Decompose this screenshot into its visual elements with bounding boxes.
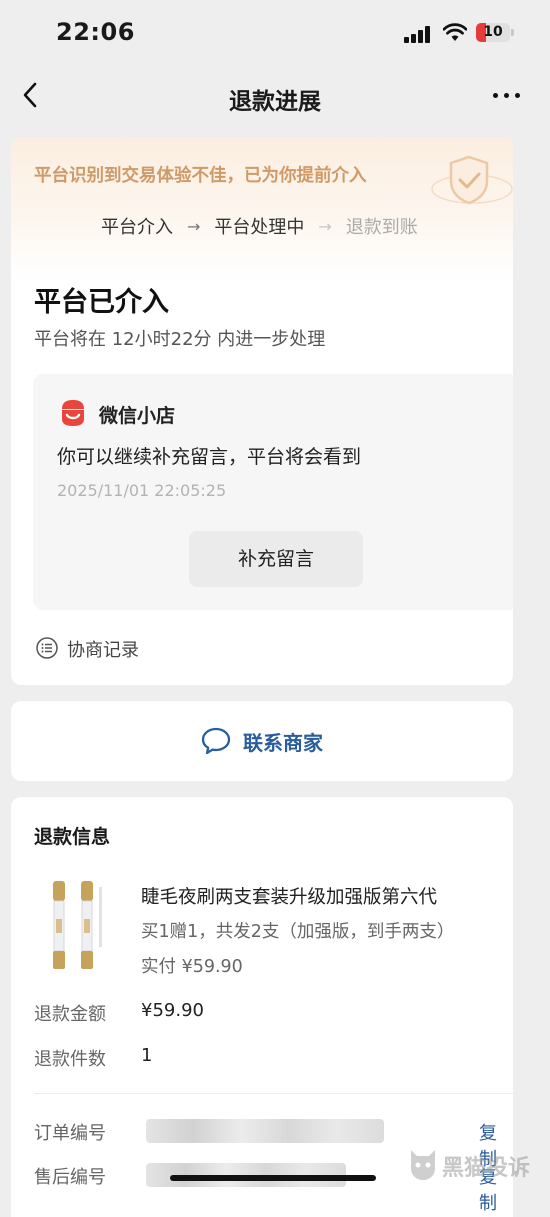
status-time: 22:06 <box>56 18 135 46</box>
progress-steps: 平台介入 → 平台处理中 → 退款到账 <box>101 213 418 239</box>
contact-merchant-button[interactable]: 联系商家 <box>11 701 513 781</box>
cat-logo-icon <box>411 1150 435 1180</box>
step-arrow: → <box>318 216 332 236</box>
more-icon[interactable] <box>490 83 524 107</box>
page-title: 退款进展 <box>229 89 321 115</box>
message-time: 2025/11/01 22:05:25 <box>57 481 227 500</box>
shop-icon <box>62 400 84 426</box>
aftersale-number-label: 售后编号 <box>34 1167 106 1188</box>
shop-name: 微信小店 <box>99 405 176 427</box>
product-paid-price: 实付 ¥59.90 <box>141 957 243 977</box>
nav-bar: 退款进展 <box>0 66 550 126</box>
cellular-signal-icon <box>404 25 432 43</box>
watermark-logo: 黑猫投诉 <box>408 1146 550 1186</box>
chat-bubble-icon <box>201 727 231 755</box>
list-icon[interactable] <box>36 637 58 659</box>
status-bar: 22:06 10 <box>0 0 550 66</box>
negotiation-history-link[interactable]: 协商记录 <box>67 636 139 662</box>
refund-quantity-value: 1 <box>141 1045 153 1066</box>
contact-merchant-card[interactable]: 联系商家 <box>11 701 513 781</box>
shield-check-icon <box>431 155 513 205</box>
divider <box>34 1093 513 1094</box>
home-indicator[interactable] <box>170 1175 376 1181</box>
battery-tip <box>511 29 514 36</box>
order-number-label: 订单编号 <box>34 1123 106 1144</box>
product-image[interactable] <box>39 879 121 973</box>
section-title: 退款信息 <box>34 826 111 848</box>
battery-level: 10 <box>483 24 503 40</box>
intervention-banner: 平台识别到交易体验不佳，已为你提前介入 <box>34 166 367 186</box>
order-number-redacted <box>146 1119 384 1143</box>
refund-amount-value: ¥59.90 <box>141 1000 204 1021</box>
refund-amount-label: 退款金额 <box>34 1004 106 1025</box>
battery-icon: 10 <box>476 23 510 42</box>
product-spec: 买1赠1，共发2支（加强版，到手两支） <box>141 922 455 942</box>
product-name[interactable]: 睫毛夜刷两支套装升级加强版第六代 <box>141 883 437 909</box>
step-platform-intervene: 平台介入 <box>101 217 173 238</box>
step-refund-arrived: 退款到账 <box>345 217 418 238</box>
message-box: 微信小店 你可以继续补充留言，平台将会看到 2025/11/01 22:05:2… <box>33 374 513 610</box>
contact-merchant-label: 联系商家 <box>243 730 323 755</box>
status-subtitle: 平台将在 12小时22分 内进一步处理 <box>34 329 326 350</box>
refund-progress-card: 平台识别到交易体验不佳，已为你提前介入 平台介入 → 平台处理中 → 退款到账 … <box>11 137 513 685</box>
step-arrow: → <box>187 216 201 236</box>
refund-quantity-label: 退款件数 <box>34 1049 106 1070</box>
wifi-icon <box>443 23 467 41</box>
message-text: 你可以继续补充留言，平台将会看到 <box>57 446 362 468</box>
step-platform-processing: 平台处理中 <box>214 217 305 238</box>
add-message-button[interactable]: 补充留言 <box>189 531 363 587</box>
status-title: 平台已介入 <box>34 287 169 318</box>
